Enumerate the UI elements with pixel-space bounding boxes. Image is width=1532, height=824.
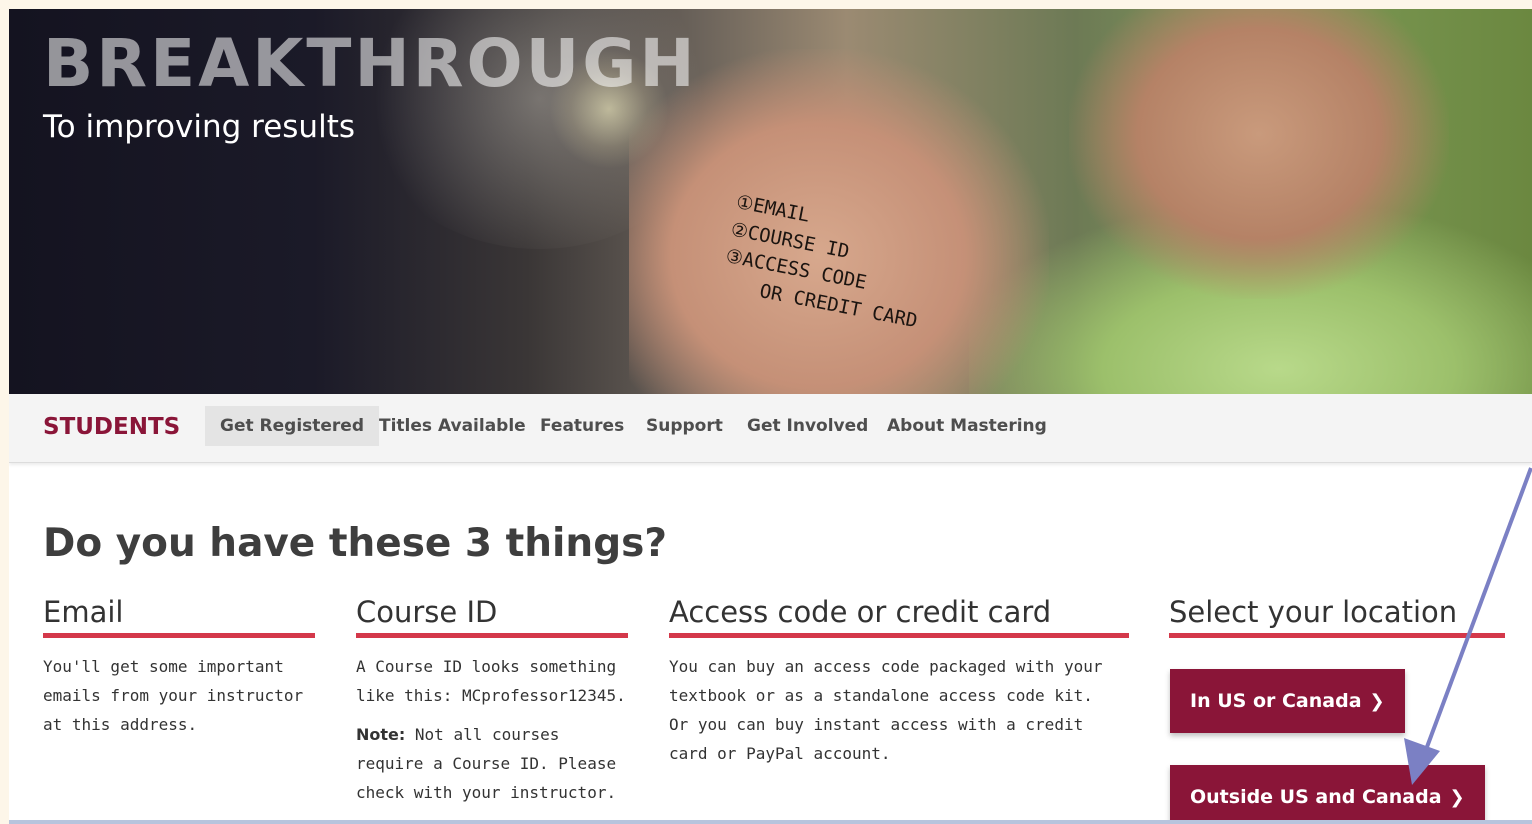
nav-item-about-mastering[interactable]: About Mastering: [872, 406, 1062, 446]
note-label: Note:: [356, 725, 406, 744]
access-code-section: Access code or credit card You can buy a…: [669, 595, 1129, 768]
in-us-canada-button[interactable]: In US or Canada ❯: [1170, 669, 1405, 733]
page-heading: Do you have these 3 things?: [43, 521, 667, 566]
email-section: Email You'll get some important emails f…: [43, 595, 315, 739]
nav-item-features[interactable]: Features: [525, 406, 639, 446]
page-frame: BREAKTHROUGH To improving results ①EMAIL…: [9, 9, 1532, 824]
main-navigation: STUDENTS Get Registered Titles Available…: [9, 394, 1532, 463]
course-id-note: Note: Not all courses require a Course I…: [356, 720, 628, 807]
in-us-canada-label: In US or Canada: [1190, 690, 1362, 712]
bottom-scroll-edge: [9, 820, 1532, 824]
hero-banner: BREAKTHROUGH To improving results ①EMAIL…: [9, 9, 1532, 394]
course-id-title: Course ID: [356, 595, 628, 638]
email-description: You'll get some important emails from yo…: [43, 657, 304, 734]
nav-brand-students[interactable]: STUDENTS: [43, 414, 180, 440]
outside-us-canada-label: Outside US and Canada: [1190, 786, 1442, 808]
access-code-title: Access code or credit card: [669, 595, 1129, 638]
location-title: Select your location: [1169, 595, 1505, 638]
nav-item-get-involved[interactable]: Get Involved: [732, 406, 883, 446]
course-id-section: Course ID A Course ID looks something li…: [356, 595, 628, 807]
nav-item-titles-available[interactable]: Titles Available: [364, 406, 541, 446]
access-code-description: You can buy an access code packaged with…: [669, 657, 1103, 763]
chevron-right-icon: ❯: [1449, 787, 1465, 808]
outside-us-canada-button[interactable]: Outside US and Canada ❯: [1170, 765, 1485, 824]
hero-face-image: [1069, 9, 1449, 299]
hero-title: BREAKTHROUGH: [43, 25, 698, 102]
nav-item-support[interactable]: Support: [631, 406, 738, 446]
email-title: Email: [43, 595, 315, 638]
location-section: Select your location: [1169, 595, 1505, 638]
chevron-right-icon: ❯: [1369, 691, 1385, 712]
nav-item-get-registered[interactable]: Get Registered: [205, 406, 380, 446]
course-id-description: A Course ID looks something like this: M…: [356, 657, 626, 705]
hero-subtitle: To improving results: [43, 109, 355, 145]
